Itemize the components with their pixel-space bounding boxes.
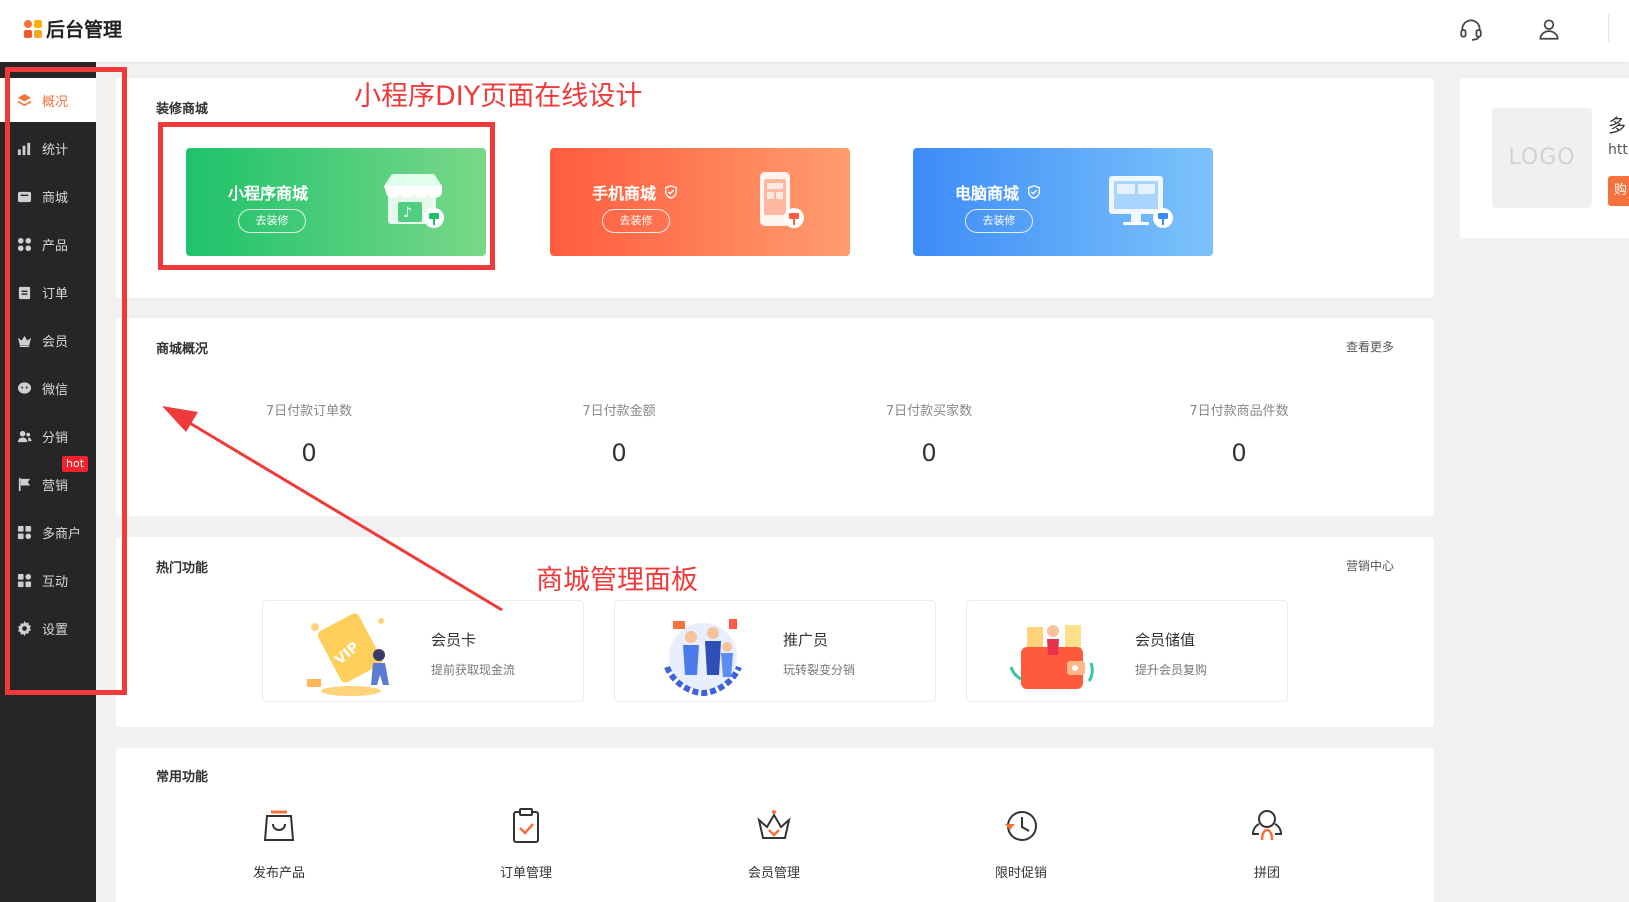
annotation-arrow-icon — [162, 406, 503, 612]
